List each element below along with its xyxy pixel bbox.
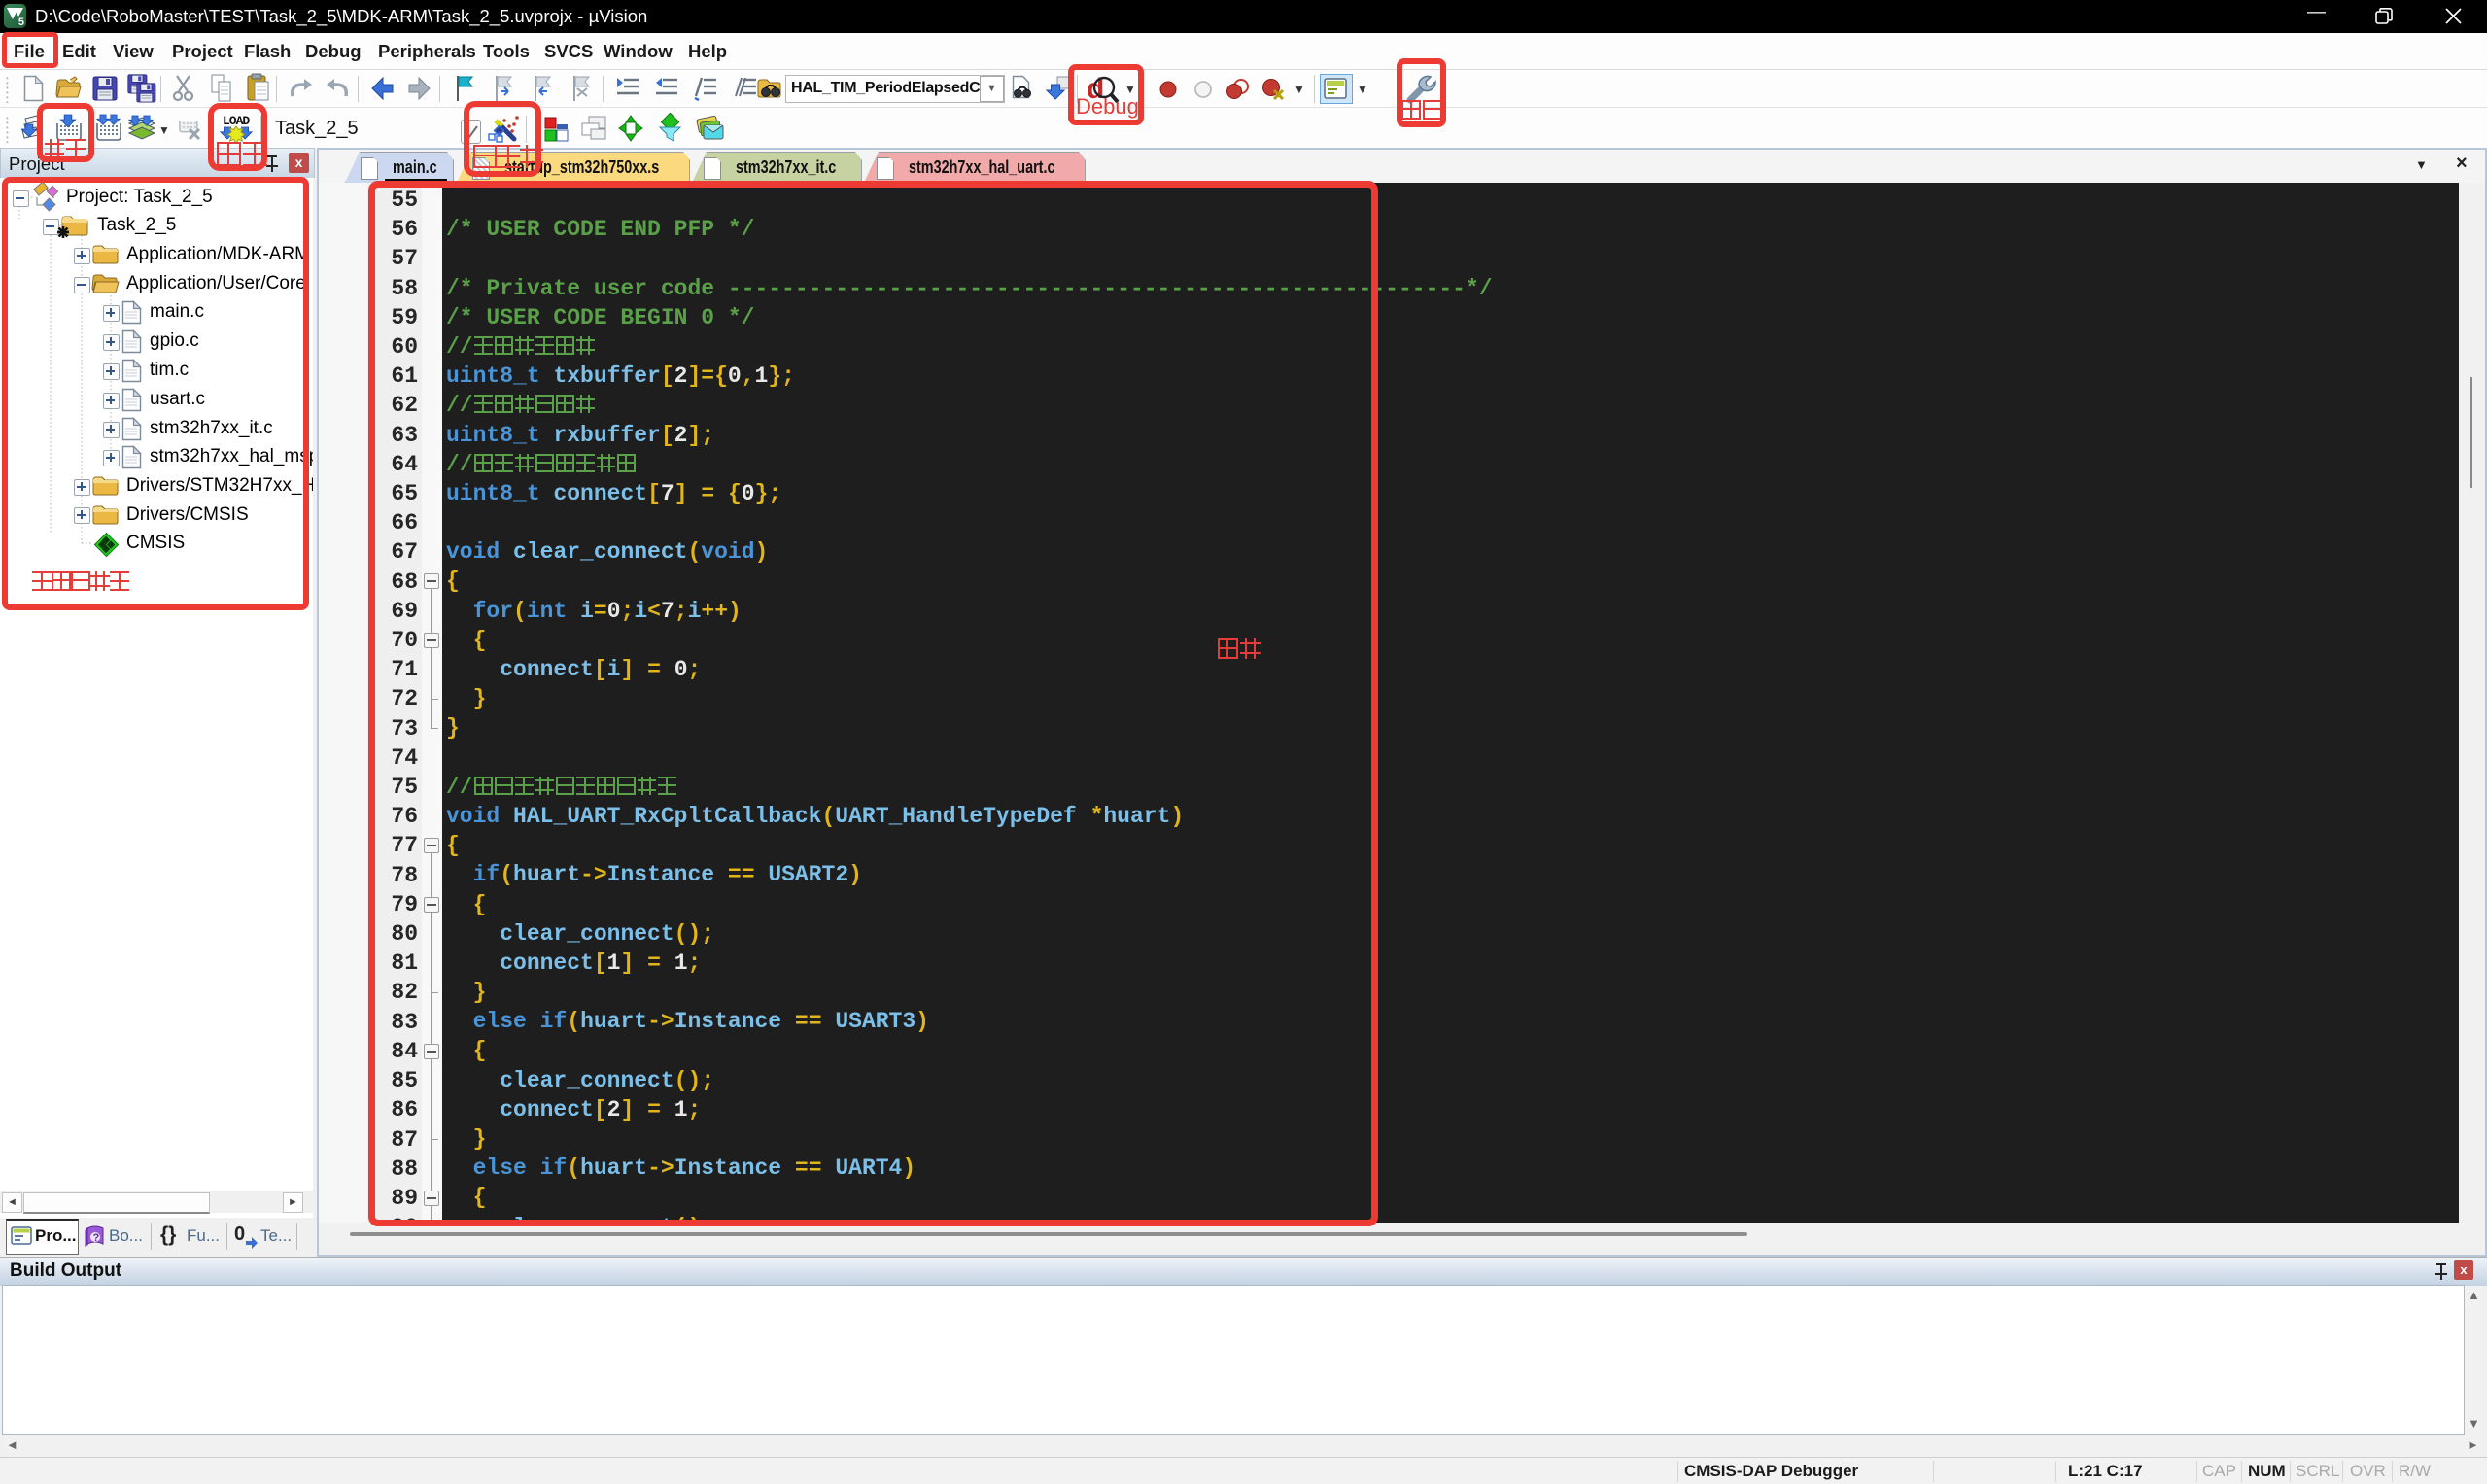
svg-text:?: ? xyxy=(93,1232,100,1244)
